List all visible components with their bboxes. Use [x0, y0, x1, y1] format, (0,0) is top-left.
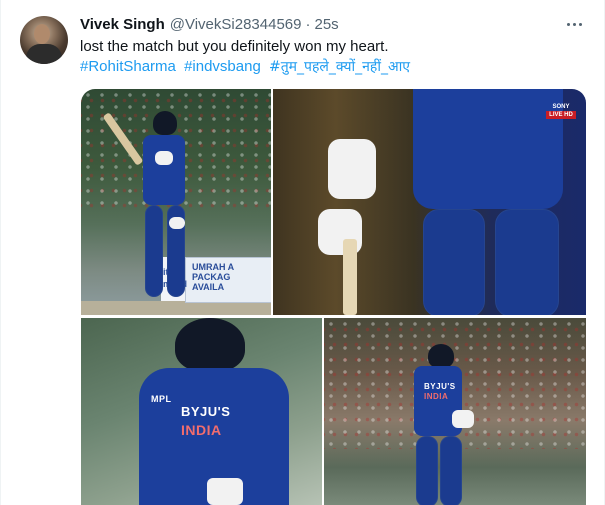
photo-3[interactable]: BYJU'S INDIA MPL	[81, 318, 322, 505]
media-grid: UMRAH A PACKAG AVAILA ite mited	[81, 89, 586, 505]
batting-glove-upper	[328, 139, 376, 199]
player-jersey	[143, 135, 185, 205]
broadcaster-logo: SONY LIVE HD	[546, 103, 576, 119]
jersey-sponsor: BYJU'S	[181, 404, 231, 419]
tweet-text: lost the match but you definitely won my…	[80, 38, 389, 55]
more-horizontal-icon	[565, 22, 583, 26]
display-name[interactable]: Vivek Singh	[80, 16, 165, 33]
tweet-header: Vivek Singh @VivekSi28344569 · 25s	[80, 14, 339, 34]
tweet-card[interactable]: Vivek Singh @VivekSi28344569 · 25s lost …	[0, 0, 605, 505]
jersey-team: INDIA	[181, 422, 222, 438]
broadcaster-name: SONY	[552, 104, 570, 110]
live-badge: LIVE HD	[546, 111, 576, 119]
ad-board-text-3: AVAILA	[192, 282, 225, 292]
hashtag-rohitsharma[interactable]: #RohitSharma	[80, 58, 176, 75]
ad-board: UMRAH A PACKAG AVAILA	[185, 257, 271, 303]
bat-handle	[343, 239, 357, 315]
batting-glove	[452, 410, 474, 428]
leg-pad-left	[145, 205, 163, 297]
batting-glove	[155, 151, 173, 165]
avatar[interactable]	[20, 16, 68, 64]
leg-pad-right	[495, 209, 559, 315]
timestamp[interactable]: 25s	[314, 16, 338, 33]
jersey-sponsor: BYJU'S	[424, 382, 456, 391]
hashtag-indvsbang[interactable]: #indvsbang	[184, 58, 261, 75]
avatar-shirt	[26, 44, 62, 64]
hashtag-line: #RohitSharma #indvsbang #तुम_पहले_क्यों_…	[80, 57, 414, 77]
avatar-face	[34, 24, 50, 44]
player-torso	[413, 89, 563, 209]
hashtag-hindi[interactable]: #तुम_पहले_क्यों_नहीं_आए	[269, 59, 410, 75]
user-handle[interactable]: @VivekSi28344569	[170, 16, 302, 33]
helmet	[428, 344, 454, 368]
jersey-sleeve-sponsor: MPL	[151, 394, 172, 404]
separator-dot: ·	[305, 15, 311, 33]
glove-hand	[169, 217, 185, 229]
jersey-team: INDIA	[424, 392, 449, 401]
photo-1[interactable]: UMRAH A PACKAG AVAILA ite mited	[81, 89, 271, 315]
photo-2[interactable]: SONY LIVE HD	[273, 89, 586, 315]
helmet	[175, 318, 245, 372]
batting-glove	[207, 478, 243, 505]
photo-4[interactable]: BYJU'S INDIA	[324, 318, 586, 505]
leg-pad-right	[440, 436, 462, 505]
ad-board-text-2: PACKAG	[192, 272, 231, 282]
leg-pad-left	[423, 209, 485, 315]
helmet	[153, 111, 177, 135]
ad-board-text-1: UMRAH A	[192, 262, 235, 272]
more-options-button[interactable]	[562, 14, 586, 34]
leg-pad-left	[416, 436, 438, 505]
pitch-turf	[81, 301, 271, 315]
